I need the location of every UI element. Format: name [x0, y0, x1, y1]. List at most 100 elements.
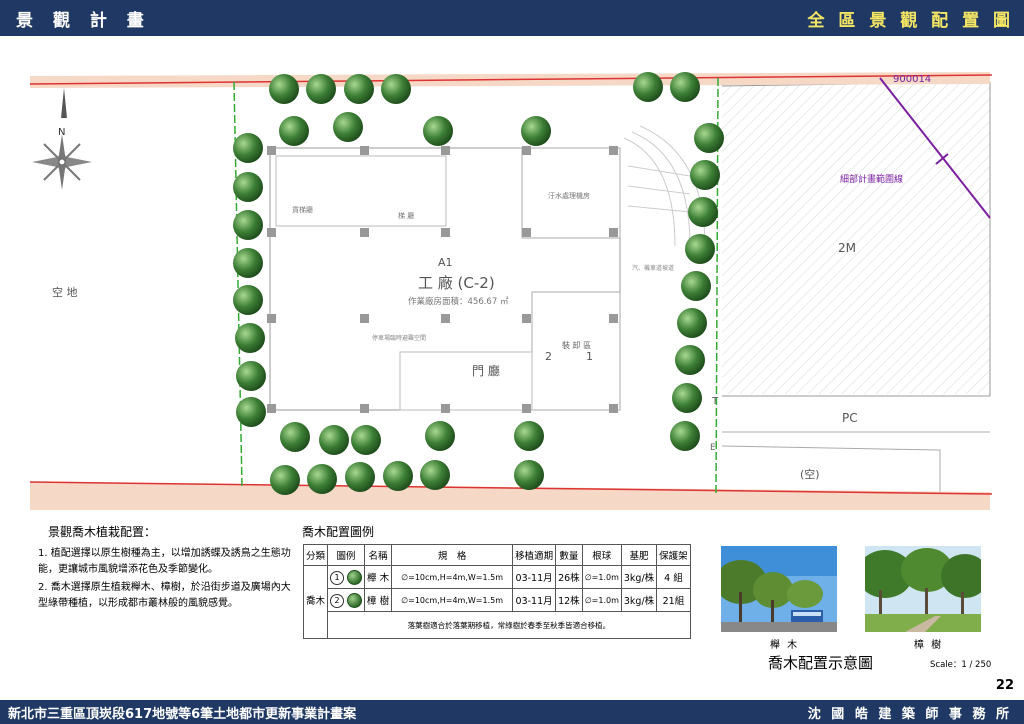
legend-qty: 12株 — [555, 588, 583, 612]
tree-zelkova — [236, 361, 266, 391]
neighbor-lot-hatch — [722, 76, 990, 394]
tree-zelkova — [383, 461, 413, 491]
block-label: A1 — [438, 256, 453, 269]
table-row: 喬木 1 櫸 木 ∅=10cm,H=4m,W=1.5m 03-11月 26株 ∅… — [302, 565, 691, 639]
tree-camphor — [425, 421, 455, 451]
tree-zelkova — [235, 323, 265, 353]
note-item: 2. 喬木選擇原生植栽櫸木、樟樹，於沿街步道及廣場內大型綠帶種植，以形成都市叢林… — [38, 582, 291, 609]
section-title: 景 觀 計 畫 — [16, 11, 151, 31]
legend-fert: 3kg/株 — [620, 565, 658, 589]
tree-zelkova — [420, 460, 450, 490]
tree-camphor — [514, 421, 544, 451]
note-item: 1. 植配選擇以原生樹種為主，以增加誘蝶及誘鳥之生態功能，更讓城市風貌增添花色及… — [38, 548, 291, 575]
tree-camphor — [280, 422, 310, 452]
tree-zelkova — [233, 248, 263, 278]
tree-zelkova — [514, 460, 544, 490]
tree-zelkova — [236, 397, 266, 427]
table-row: 2 樟 樹 ∅=10cm,H=4m,W=1.5m 03-11月 12株 ∅=1.… — [304, 588, 691, 612]
tree-zelkova — [381, 74, 411, 104]
tree-camphor — [423, 116, 453, 146]
stairs-label: 梯 廳 — [398, 211, 414, 220]
legend-title: 喬木配置圖例 — [302, 525, 375, 539]
project-name: 新北市三重區頂崁段617地號等6筆土地都市更新事業計畫案 — [8, 707, 357, 722]
legend-spec: ∅=10cm,H=4m,W=1.5m — [391, 588, 514, 612]
tree-symbol-icon — [347, 592, 363, 608]
t-mark: T — [711, 396, 719, 407]
legend-note: 落葉樹適合於落葉期移植，常綠樹於春季至秋季皆適合移植。 — [327, 611, 691, 639]
page-title: 全 區 景 觀 配 置 圖 — [807, 11, 1014, 31]
tree-symbol-icon — [347, 569, 363, 585]
tree-zelkova — [688, 197, 718, 227]
legend-guard: 21組 — [656, 588, 691, 612]
legend-period: 03-11月 — [512, 588, 557, 612]
tree-zelkova — [233, 210, 263, 240]
wastewater-label: 汙水處理機房 — [548, 191, 590, 200]
diagram-title: 喬木配置示意圖 — [768, 654, 874, 672]
legend-header: 保護架 — [656, 544, 691, 566]
ramp-curves — [623, 125, 706, 247]
legend-number: 2 — [330, 593, 345, 608]
tree-zelkova — [233, 172, 263, 202]
tree-zelkova — [690, 160, 720, 190]
legend-qty: 26株 — [555, 565, 583, 589]
tree-zelkova — [677, 308, 707, 338]
legend-period: 03-11月 — [512, 565, 557, 589]
legend-header: 根球 — [581, 544, 622, 566]
boundary-label: 細部計畫範圍線 — [840, 173, 903, 185]
tree-zelkova — [633, 72, 663, 102]
area-empty-label: (空) — [800, 467, 820, 481]
legend-header: 分類 — [302, 544, 329, 566]
legend-spec: ∅=10cm,H=4m,W=1.5m — [391, 565, 514, 589]
notes-list: 1. 植配選擇以原生樹種為主，以增加誘蝶及誘鳥之生態功能，更讓城市風貌增添花色及… — [38, 546, 293, 614]
storage-label: 貨梯廳 — [292, 205, 313, 214]
tree-camphor — [351, 425, 381, 455]
firm-name: 沈 國 皓 建 築 師 事 務 所 — [807, 707, 1012, 722]
north-arrow-icon — [32, 88, 92, 190]
tree-zelkova — [670, 421, 700, 451]
area-2m-label: 2M — [838, 241, 856, 255]
page-header: 景 觀 計 畫 全 區 景 觀 配 置 圖 — [0, 0, 1024, 36]
tree-zelkova — [307, 464, 337, 494]
shelter-label: 停車場臨時避難空間 — [372, 334, 426, 342]
core-area — [275, 155, 447, 227]
empty-lot-label: 空 地 — [52, 285, 78, 299]
tree-zelkova — [685, 234, 715, 264]
tree-zelkova — [675, 345, 705, 375]
legend-header: 基肥 — [620, 544, 658, 566]
tree-camphor — [319, 425, 349, 455]
legend-number: 1 — [330, 570, 345, 585]
tree-zelkova — [269, 74, 299, 104]
page-number: 22 — [995, 678, 1014, 693]
notes-title: 景觀喬木植栽配置： — [48, 525, 157, 539]
tree-zelkova — [672, 383, 702, 413]
tree-zelkova — [344, 74, 374, 104]
legend-category: 喬木 — [302, 565, 329, 639]
tree-zelkova — [681, 271, 711, 301]
legend-header-row: 分類 圖例 名稱 規 格 移植適期 數量 根球 基肥 保護架 — [302, 544, 691, 566]
ramp-label: 汽、機車道坡道 — [632, 264, 674, 272]
page-footer: 新北市三重區頂崁段617地號等6筆土地都市更新事業計畫案 沈 國 皓 建 築 師… — [0, 700, 1024, 724]
legend-root: ∅=1.0m — [581, 588, 622, 612]
tree-camphor — [333, 112, 363, 142]
legend-header: 移植適期 — [512, 544, 557, 566]
scale-label: Scale：1 / 250 — [930, 660, 992, 670]
tree-legend-table: 分類 圖例 名稱 規 格 移植適期 數量 根球 基肥 保護架 喬木 1 櫸 木 … — [302, 544, 691, 639]
lobby-area — [399, 351, 533, 411]
legend-header: 數量 — [555, 544, 583, 566]
north-label: N — [58, 127, 65, 138]
legend-header: 規 格 — [391, 544, 514, 566]
tree-zelkova — [670, 72, 700, 102]
factory-area-label: 作業廠房面積：456.67 ㎡ — [408, 296, 509, 307]
tree-zelkova — [345, 462, 375, 492]
legend-name: 櫸 木 — [364, 565, 393, 589]
legend-header: 名稱 — [364, 544, 393, 566]
legend-name: 樟 樹 — [364, 588, 393, 612]
tree-zelkova — [270, 465, 300, 495]
camphor-caption: 樟 樹 — [914, 640, 944, 651]
zelkova-caption: 櫸 木 — [770, 640, 800, 651]
tree-camphor — [521, 116, 551, 146]
tree-zelkova — [306, 74, 336, 104]
unload-num-1: 1 — [586, 350, 593, 363]
zelkova-photo — [721, 546, 837, 632]
lobby-label: 門 廳 — [472, 363, 500, 378]
